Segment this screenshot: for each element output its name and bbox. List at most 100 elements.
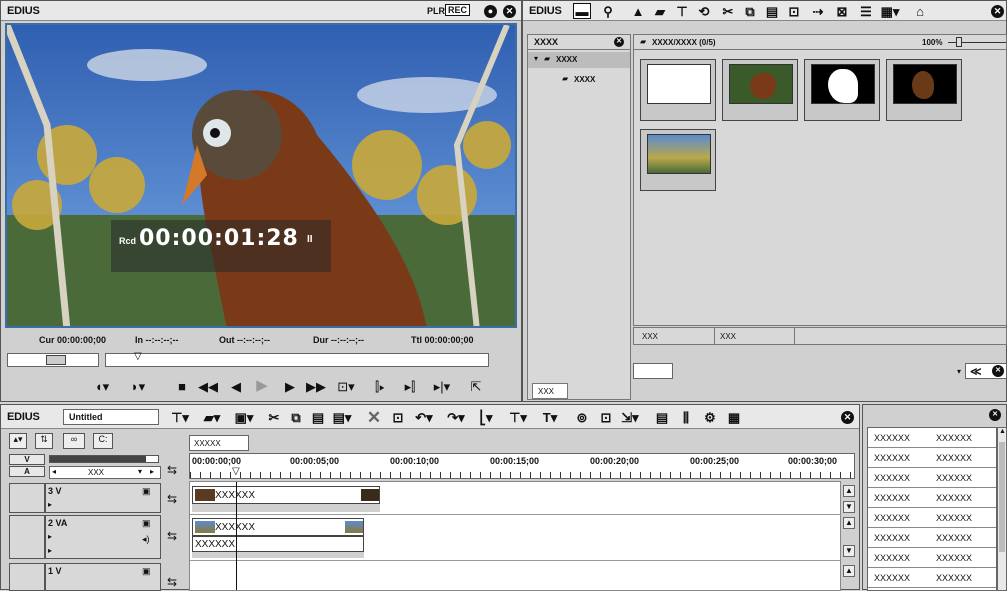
marker-icon[interactable]: ⎣▾ xyxy=(477,409,495,425)
swap-icon[interactable]: ⇆ xyxy=(167,492,177,506)
insert-mode-icon[interactable]: ▴▾ xyxy=(9,433,27,449)
track-2va-selector[interactable] xyxy=(9,515,45,559)
zoom-slider[interactable] xyxy=(948,37,1006,47)
track-scroll-down-icon[interactable]: ▼ xyxy=(843,545,855,557)
properties-icon[interactable]: ☰ xyxy=(857,3,875,19)
track-area[interactable]: XXXXXX XXXXXX XXXXXX xyxy=(189,481,841,591)
export-icon[interactable]: ⇲▾ xyxy=(621,409,639,425)
rec-mode-button[interactable]: REC xyxy=(445,4,471,16)
track-2va-header[interactable]: 2 VA ▸ ▸ ▣ ◂) xyxy=(45,515,161,559)
plr-mode-label[interactable]: PLR xyxy=(427,6,445,16)
step-back-icon[interactable]: ◀ xyxy=(227,378,245,394)
a-patch[interactable]: A xyxy=(9,466,45,477)
info-scrollbar[interactable]: ▲ xyxy=(997,427,1007,591)
loop-play-icon[interactable]: ⊡▾ xyxy=(337,378,355,394)
track-scroll-down-icon[interactable]: ▼ xyxy=(843,501,855,513)
insert-to-timeline-icon[interactable]: ⫿▸ xyxy=(371,378,389,394)
record-voice-icon[interactable]: ⊡ xyxy=(597,409,615,425)
video-preview[interactable]: Rcd 00:00:01:28 II xyxy=(5,23,517,328)
shuttle-handle[interactable] xyxy=(46,355,66,365)
sync-lock-icon[interactable]: ∞ xyxy=(63,433,85,449)
dropdown-arrow-icon[interactable]: ▾ xyxy=(957,367,961,376)
expand-arrow-icon[interactable]: ▸ xyxy=(48,532,52,541)
folder-tree-close-icon[interactable]: ✕ xyxy=(614,37,624,47)
track-3v-header[interactable]: 3 V ▸ ▣ xyxy=(45,483,161,513)
set-out-icon[interactable]: ◗▾ xyxy=(129,378,147,394)
info-row[interactable]: XXXXXX XXXXXX xyxy=(868,488,996,508)
time-ruler[interactable]: 00:00:00;00 00:00:05;00 00:00:10;00 00:0… xyxy=(189,453,855,479)
ripple-delete-icon[interactable]: ⊡ xyxy=(389,409,407,425)
info-row[interactable]: XXXXXX XXXXXX xyxy=(868,568,996,588)
channel-select[interactable]: ◂ XXX ▾ ▸ xyxy=(49,466,161,479)
track-scroll-up-icon[interactable]: ▲ xyxy=(843,485,855,497)
audio-toggle-icon[interactable]: ◂) xyxy=(142,534,150,545)
stop-icon[interactable]: ■ xyxy=(173,378,191,394)
render-icon[interactable]: ⊚ xyxy=(573,409,591,425)
track-scroll-up-icon[interactable]: ▲ xyxy=(843,565,855,577)
add-to-timeline-icon[interactable]: ⇢ xyxy=(809,3,827,19)
cut-icon[interactable]: ✂ xyxy=(719,3,737,19)
bin-nav-button[interactable]: ≪ ✕ xyxy=(965,363,1007,379)
info-row[interactable]: XXXXXX XXXXXX xyxy=(868,548,996,568)
delete-icon[interactable]: ⊠ xyxy=(833,3,851,19)
clip-thumbnail[interactable] xyxy=(722,59,798,121)
copy-icon[interactable]: ⧉ xyxy=(287,409,305,425)
column-header-1[interactable]: XXX xyxy=(642,332,658,341)
settings-icon[interactable]: ⚙ xyxy=(701,409,719,425)
ripple-mode-icon[interactable]: ⇅ xyxy=(35,433,53,449)
track-1v-header[interactable]: 1 V ▣ xyxy=(45,563,161,591)
video-clip[interactable]: XXXXXX xyxy=(192,518,364,536)
play-icon[interactable]: ▶ xyxy=(253,377,271,393)
copy-icon[interactable]: ⧉ xyxy=(741,3,759,19)
send-to-player-icon[interactable]: ⊡ xyxy=(785,3,803,19)
paste-icon[interactable]: ▤ xyxy=(309,409,327,425)
tracks-icon[interactable]: ▤ xyxy=(653,409,671,425)
minimize-icon[interactable]: ● xyxy=(484,5,497,18)
clip-thumbnail[interactable] xyxy=(640,129,716,191)
zoom-slider-handle[interactable] xyxy=(956,37,962,47)
open-project-icon[interactable]: ▰▾ xyxy=(203,409,221,425)
set-in-icon[interactable]: ◖▾ xyxy=(93,378,111,394)
close-icon[interactable]: ✕ xyxy=(503,5,516,18)
bin-field[interactable] xyxy=(633,363,673,379)
channel-dropdown-icon[interactable]: ▾ xyxy=(138,467,142,476)
track-1v-selector[interactable] xyxy=(9,563,45,591)
clip-thumbnail[interactable] xyxy=(886,59,962,121)
column-header-2[interactable]: XXX xyxy=(720,332,736,341)
up-folder-icon[interactable]: ▲ xyxy=(629,3,647,19)
fast-forward-icon[interactable]: ▶▶ xyxy=(306,378,326,394)
clip-thumbnail[interactable] xyxy=(804,59,880,121)
swap-icon[interactable]: ⇆ xyxy=(167,463,177,477)
info-close-icon[interactable]: ✕ xyxy=(989,409,1001,421)
title-icon[interactable]: T▾ xyxy=(541,409,559,425)
rewind-icon[interactable]: ◀◀ xyxy=(198,378,218,394)
sync-icon[interactable]: ⟲ xyxy=(695,3,713,19)
search-icon[interactable]: ⚲ xyxy=(599,3,617,19)
track-3v-selector[interactable] xyxy=(9,483,45,513)
cut-icon[interactable]: ✂ xyxy=(265,409,283,425)
sequence-icon[interactable]: ⊤▾ xyxy=(171,409,189,425)
tree-item-root[interactable]: ▾ ▰ XXXX xyxy=(528,52,630,68)
tree-item-child[interactable]: ▰ XXXX xyxy=(528,72,630,88)
nav-close-icon[interactable]: ✕ xyxy=(992,365,1004,377)
trim-icon[interactable]: ▸|▾ xyxy=(433,378,451,394)
paste-icon[interactable]: ▤ xyxy=(763,3,781,19)
info-row[interactable]: XXXXXX XXXXXX xyxy=(868,428,996,448)
open-folder-icon[interactable]: ▰ xyxy=(651,3,669,19)
folder-tree-tab[interactable]: XXX xyxy=(532,383,568,399)
timeline-close-icon[interactable]: ✕ xyxy=(841,411,854,424)
playhead-icon[interactable]: ▽ xyxy=(232,466,240,477)
swap-icon[interactable]: ⇆ xyxy=(167,529,177,543)
view-mode-icon[interactable]: ▦▾ xyxy=(881,3,900,19)
scroll-up-icon[interactable]: ▲ xyxy=(999,428,1006,435)
info-row[interactable]: XXXXXX XXXXXX xyxy=(868,528,996,548)
add-clip-icon[interactable]: ⊤ xyxy=(673,3,691,19)
overwrite-to-timeline-icon[interactable]: ▸⫿ xyxy=(401,378,419,394)
info-row[interactable]: XXXXXX XXXXXX xyxy=(868,448,996,468)
export-icon[interactable]: ⇱ xyxy=(467,378,485,394)
v-patch[interactable]: V xyxy=(9,454,45,465)
channel-left-icon[interactable]: ◂ xyxy=(52,467,56,476)
video-toggle-icon[interactable]: ▣ xyxy=(142,566,151,577)
clip-thumbnail[interactable] xyxy=(640,59,716,121)
layout-icon[interactable]: ▦ xyxy=(725,409,743,425)
